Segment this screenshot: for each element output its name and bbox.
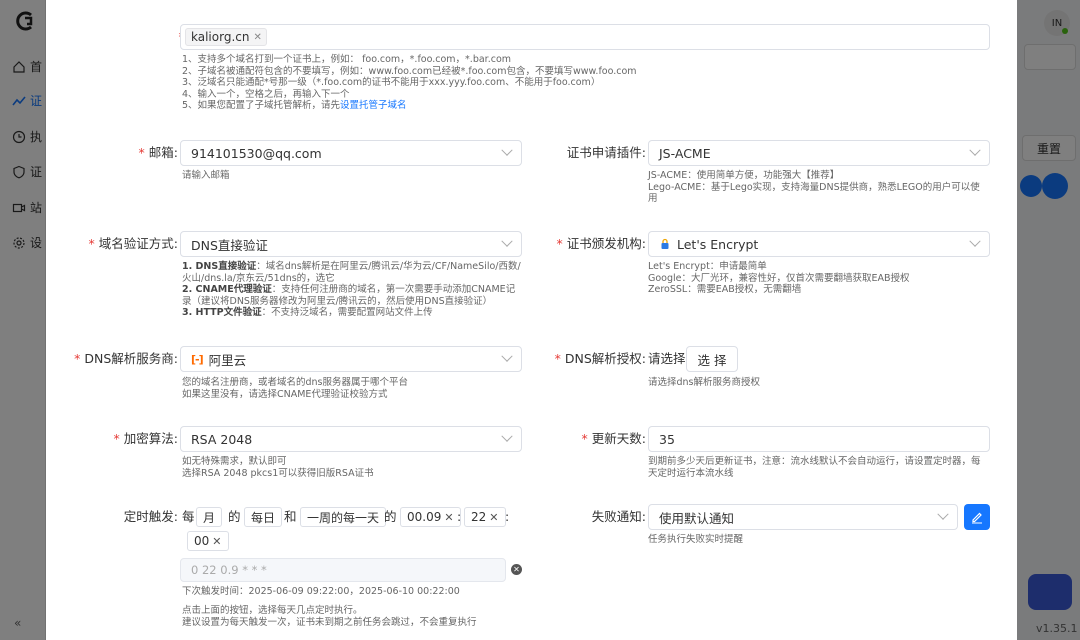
renew-days-input[interactable]: 35	[648, 426, 990, 452]
cron-text-and: 和	[284, 509, 297, 524]
notify-label: 失败通知	[546, 504, 646, 530]
clear-icon[interactable]: ✕	[212, 535, 221, 548]
chevron-down-icon	[501, 350, 513, 362]
verify-type-select[interactable]: DNS直接验证	[180, 231, 522, 257]
tag-close-icon[interactable]: ✕	[253, 32, 261, 43]
plugin-label: 证书申请插件	[546, 140, 646, 166]
dns-auth-help: 请选择dns解析服务商授权	[648, 377, 761, 388]
cron-expression-input: 0 22 0.9 * * *	[180, 558, 506, 582]
lets-encrypt-icon	[661, 238, 669, 249]
chevron-down-icon	[501, 144, 513, 156]
ca-help: Let's Encrypt：申请最简单 Google：大厂光环，兼容性好，仅首次…	[648, 261, 910, 296]
edit-notify-button[interactable]	[964, 504, 990, 530]
cron-month-picker[interactable]: 月	[196, 507, 223, 527]
create-pipeline-dialog: *域名 kaliorg.cn ✕ 1、支持多个域名打到一个证书上，例如： foo…	[46, 0, 1017, 640]
cron-day-picker[interactable]: 每日	[244, 507, 283, 527]
chevron-down-icon	[501, 430, 513, 442]
ca-label: * 证书颁发机构	[546, 231, 646, 257]
aliyun-icon: [-]	[191, 352, 204, 366]
cron-text-colon-2: :	[505, 509, 510, 524]
cron-next-trigger: 下次触发时间：2025-06-09 09:22:00，2025-06-10 00…	[182, 586, 460, 597]
cron-second-picker[interactable]: 00 ✕	[187, 531, 229, 551]
managed-subdomain-link[interactable]: 设置托管子域名	[340, 100, 407, 111]
domain-tag[interactable]: kaliorg.cn ✕	[185, 28, 267, 46]
dns-auth-placeholder: 请选择	[648, 351, 686, 366]
verify-type-label: * 域名验证方式	[86, 231, 178, 257]
renew-days-label: * 更新天数	[546, 426, 646, 452]
email-select[interactable]: 914101530@qq.com	[180, 140, 522, 166]
chevron-down-icon	[969, 235, 981, 247]
plugin-select[interactable]: JS-ACME	[648, 140, 990, 166]
algorithm-select[interactable]: RSA 2048	[180, 426, 522, 452]
cron-text-every: 每	[182, 509, 195, 524]
algorithm-label: * 加密算法	[86, 426, 178, 452]
dns-auth-label: * DNS解析授权	[536, 346, 646, 372]
clear-icon[interactable]: ✕	[489, 511, 498, 524]
dns-provider-select[interactable]: [-] 阿里云	[180, 346, 522, 372]
ca-select[interactable]: Let's Encrypt	[648, 231, 990, 257]
clear-cron-icon[interactable]: ✕	[511, 564, 522, 575]
cron-text-colon-1: :	[457, 509, 462, 524]
dns-provider-label: * DNS解析服务商	[66, 346, 178, 372]
dns-provider-help: 您的域名注册商，或者域名的dns服务器属于哪个平台 如果这里没有，请选择CNAM…	[182, 377, 409, 400]
cron-label: 定时触发	[86, 504, 178, 530]
plugin-help: JS-ACME：使用简单方便，功能强大【推荐】 Lego-ACME：基于Lego…	[648, 170, 980, 205]
chevron-down-icon	[969, 144, 981, 156]
notify-help: 任务执行失败实时提醒	[648, 534, 744, 545]
clear-icon[interactable]: ✕	[444, 511, 453, 524]
cron-text-of-2: 的	[384, 509, 397, 524]
cron-text-of: 的	[228, 509, 241, 524]
email-help: 请输入邮箱	[182, 170, 230, 181]
notify-select[interactable]: 使用默认通知	[648, 504, 958, 530]
domain-tags-input[interactable]: kaliorg.cn ✕	[180, 24, 990, 50]
cron-help: 点击上面的按钮，选择每天几点定时执行。 建议设置为每天触发一次，证书未到期之前任…	[182, 605, 477, 628]
edit-icon	[972, 512, 982, 524]
domain-help: 1、支持多个域名打到一个证书上，例如： foo.com，*.foo.com，*.…	[182, 54, 637, 112]
cron-minute-picker[interactable]: 22 ✕	[464, 507, 506, 527]
cron-hour-picker[interactable]: 00.09 ✕	[400, 507, 461, 527]
verify-type-help: 1. DNS直接验证：域名dns解析是在阿里云/腾讯云/华为云/CF/NameS…	[182, 261, 521, 319]
email-label: * 邮箱	[106, 140, 178, 166]
renew-days-help: 到期前多少天后更新证书，注意：流水线默认不会自动运行，请设置定时器，每 天定时运…	[648, 456, 981, 479]
algorithm-help: 如无特殊需求，默认即可 选择RSA 2048 pkcs1可以获得旧版RSA证书	[182, 456, 374, 479]
chevron-down-icon	[937, 508, 949, 520]
cron-weekday-picker[interactable]: 一周的每一天	[300, 507, 387, 527]
chevron-down-icon	[501, 235, 513, 247]
dns-auth-select-button[interactable]: 选 择	[686, 346, 738, 372]
